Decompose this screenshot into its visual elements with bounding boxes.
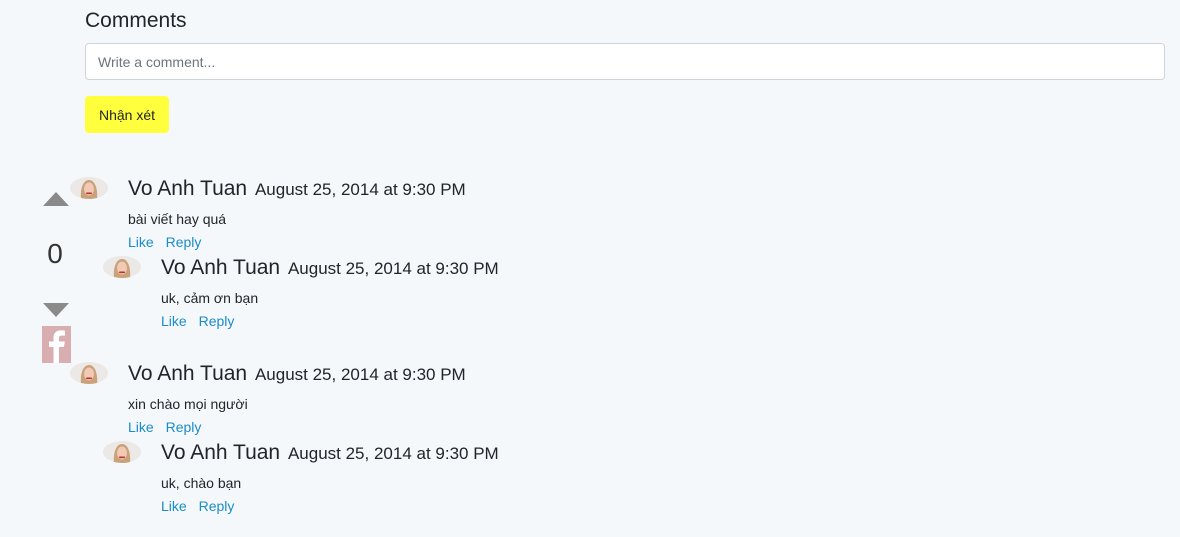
comment-actions: Like Reply [161,313,234,329]
comment-date: August 25, 2014 at 9:30 PM [254,180,466,199]
comment-input[interactable] [85,43,1165,80]
like-link[interactable]: Like [161,313,187,329]
reply-link[interactable]: Reply [199,313,235,329]
submit-comment-button[interactable]: Nhận xét [85,96,169,133]
upvote-arrow-icon[interactable] [43,192,69,206]
comment-actions: Like Reply [161,498,234,514]
avatar [103,256,141,278]
like-link[interactable]: Like [128,234,154,250]
reply-link[interactable]: Reply [199,498,235,514]
comment-body: uk, chào bạn [161,475,242,491]
comment-body: uk, cảm ơn bạn [161,290,259,306]
like-link[interactable]: Like [161,498,187,514]
comment-date: August 25, 2014 at 9:30 PM [287,259,499,278]
comment-actions: Like Reply [128,419,201,435]
comment-date: August 25, 2014 at 9:30 PM [254,365,466,384]
comments-title: Comments [85,9,187,32]
comment-author[interactable]: Vo Anh Tuan [161,441,280,464]
comment-author[interactable]: Vo Anh Tuan [128,362,247,385]
comment-date: August 25, 2014 at 9:30 PM [287,444,499,463]
comment-author-line: Vo Anh Tuan August 25, 2014 at 9:30 PM [128,362,466,386]
avatar [70,177,108,199]
comment-author[interactable]: Vo Anh Tuan [128,177,247,200]
facebook-icon[interactable] [42,326,71,363]
downvote-arrow-icon[interactable] [43,303,69,317]
like-link[interactable]: Like [128,419,154,435]
comment-body: xin chào mọi người [128,396,248,412]
avatar [103,441,141,463]
comment-author-line: Vo Anh Tuan August 25, 2014 at 9:30 PM [161,256,499,280]
comment-author-line: Vo Anh Tuan August 25, 2014 at 9:30 PM [128,177,466,201]
reply-link[interactable]: Reply [166,419,202,435]
comment-author-line: Vo Anh Tuan August 25, 2014 at 9:30 PM [161,441,499,465]
vote-count: 0 [47,238,63,269]
comment-body: bài viết hay quá [128,211,227,227]
comment-actions: Like Reply [128,234,201,250]
reply-link[interactable]: Reply [166,234,202,250]
avatar [70,362,108,384]
comment-author[interactable]: Vo Anh Tuan [161,256,280,279]
